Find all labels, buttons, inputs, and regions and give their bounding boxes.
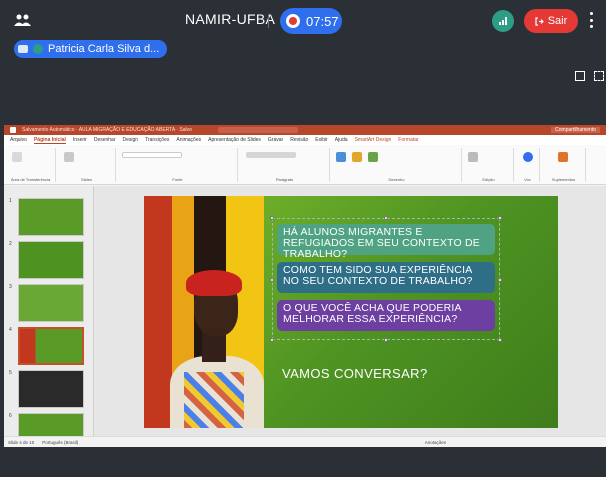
thumbnail-slide-5[interactable] <box>18 370 84 408</box>
powerpoint-icon <box>10 127 16 133</box>
presenter-name: Patricia Carla Silva d... <box>48 43 160 55</box>
tab-arquivo[interactable]: Arquivo <box>10 137 27 143</box>
people-icon <box>14 14 31 26</box>
recording-indicator[interactable]: 07:57 <box>280 8 342 34</box>
resize-handle[interactable] <box>384 338 388 342</box>
photo-headwrap <box>186 270 242 296</box>
thumbnail-slide-4[interactable] <box>18 327 84 365</box>
search-input[interactable] <box>217 127 298 133</box>
window-title: Salvamento Automático · AULA MIGRAÇÃO E … <box>22 127 192 133</box>
exit-icon <box>535 16 544 26</box>
group-clipboard: Área de Transferência <box>6 148 56 182</box>
meeting-title: NAMIR-UFBA <box>185 11 276 27</box>
status-bar: Slide 4 de 10 Português (Brasil) Anotaçõ… <box>4 436 606 447</box>
resize-handle[interactable] <box>270 216 274 220</box>
resize-handle[interactable] <box>384 216 388 220</box>
divider <box>268 14 269 28</box>
external-window-icon[interactable] <box>575 71 585 81</box>
slide-thumbnails: 1 2 3 4 5 6 <box>4 186 94 447</box>
participants-icon[interactable] <box>14 12 36 28</box>
question-box-3[interactable]: O QUE VOCÊ ACHA QUE PODERIA MELHORAR ESS… <box>277 300 495 331</box>
language-status[interactable]: Português (Brasil) <box>42 440 78 445</box>
group-paragraph: Parágrafo <box>240 148 330 182</box>
shapes-icon[interactable] <box>336 152 346 162</box>
tab-design[interactable]: Design <box>123 137 139 143</box>
thumbnail-slide-1[interactable] <box>18 198 84 236</box>
more-options-icon[interactable] <box>588 12 594 28</box>
group-slides: Slides <box>58 148 116 182</box>
notes-button[interactable]: Anotações <box>425 440 446 445</box>
shared-screen: Salvamento Automático · AULA MIGRAÇÃO E … <box>4 125 606 447</box>
tab-transicoes[interactable]: Transições <box>145 137 169 143</box>
tab-desenhar[interactable]: Desenhar <box>94 137 116 143</box>
recording-time: 07:57 <box>306 13 339 29</box>
find-icon[interactable] <box>468 152 478 162</box>
paste-icon[interactable] <box>12 152 22 162</box>
addins-icon[interactable] <box>558 152 568 162</box>
align-icon[interactable] <box>246 152 296 158</box>
tab-animacoes[interactable]: Animações <box>176 137 201 143</box>
tab-ajuda[interactable]: Ajuda <box>335 137 348 143</box>
signal-icon <box>499 17 507 25</box>
question-box-2[interactable]: COMO TEM SIDO SUA EXPERIÊNCIA NO SEU CON… <box>277 262 495 293</box>
ppt-title-bar: Salvamento Automático · AULA MIGRAÇÃO E … <box>4 125 606 135</box>
tab-gravar[interactable]: Gravar <box>268 137 283 143</box>
resize-handle[interactable] <box>270 338 274 342</box>
leave-label: Sair <box>547 15 568 27</box>
woman-photo[interactable] <box>144 196 264 428</box>
quick-styles-icon[interactable] <box>368 152 378 162</box>
signal-button[interactable] <box>492 10 514 32</box>
tab-exibir[interactable]: Exibir <box>315 137 328 143</box>
resize-handle[interactable] <box>498 278 502 282</box>
leave-button[interactable]: Sair <box>524 9 578 33</box>
tab-formatar[interactable]: Formatar <box>398 137 418 143</box>
group-editing: Edição <box>464 148 514 182</box>
group-addins: Suplementos <box>542 148 586 182</box>
tab-inserir[interactable]: Inserir <box>73 137 87 143</box>
thumbnail-slide-2[interactable] <box>18 241 84 279</box>
slide-canvas[interactable]: HÁ ALUNOS MIGRANTES E REFUGIADOS EM SEU … <box>144 196 558 428</box>
tab-apresentacao[interactable]: Apresentação de Slides <box>208 137 261 143</box>
meeting-top-bar: NAMIR-UFBA 07:57 Sair <box>0 0 606 40</box>
font-select[interactable] <box>122 152 182 158</box>
tab-smartart-design[interactable]: SmartArt Design <box>355 137 392 143</box>
arrange-icon[interactable] <box>352 152 362 162</box>
ribbon: Área de Transferência Slides Fonte Parág… <box>4 145 606 185</box>
editor-workarea: 1 2 3 4 5 6 HÁ ALUNOS MIGRANTES E REFUGI… <box>4 186 606 447</box>
closing-text[interactable]: VAMOS CONVERSAR? <box>282 366 428 381</box>
group-font: Fonte <box>118 148 238 182</box>
presenter-pill[interactable]: Patricia Carla Silva d... <box>14 40 168 58</box>
photo-dress-pattern <box>184 372 244 428</box>
dictate-icon[interactable] <box>523 152 533 162</box>
share-button[interactable]: Compartilhamento <box>551 127 600 133</box>
record-icon <box>286 14 300 28</box>
tab-revisao[interactable]: Revisão <box>290 137 308 143</box>
slide-counter: Slide 4 de 10 <box>8 439 35 445</box>
resize-handle[interactable] <box>498 216 502 220</box>
group-voice: Voz <box>516 148 540 182</box>
thumbnail-slide-3[interactable] <box>18 284 84 322</box>
question-box-1[interactable]: HÁ ALUNOS MIGRANTES E REFUGIADOS EM SEU … <box>277 224 495 260</box>
group-drawing: Desenho <box>332 148 462 182</box>
fullscreen-icon[interactable] <box>594 71 604 81</box>
resize-handle[interactable] <box>270 278 274 282</box>
mic-icon <box>33 44 43 54</box>
tab-pagina-inicial[interactable]: Página Inicial <box>33 137 66 144</box>
resize-handle[interactable] <box>498 338 502 342</box>
ribbon-tabs: Arquivo Página Inicial Inserir Desenhar … <box>4 135 606 145</box>
camera-icon <box>18 45 28 53</box>
new-slide-icon[interactable] <box>64 152 74 162</box>
